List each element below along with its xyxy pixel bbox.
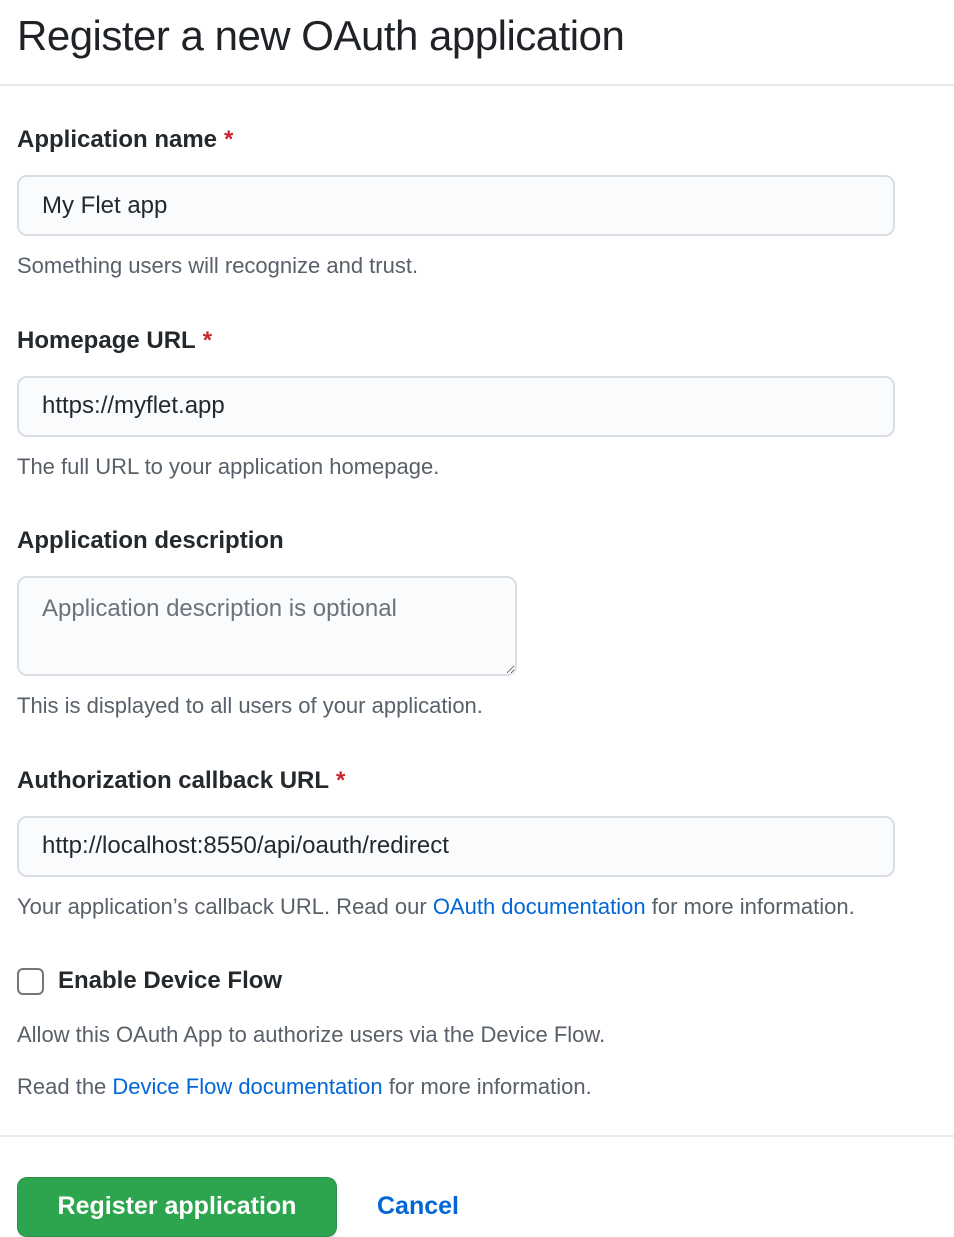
device-flow-label[interactable]: Enable Device Flow xyxy=(58,967,282,995)
device-flow-help: Allow this OAuth App to authorize users … xyxy=(17,1021,954,1050)
callback-url-label-text: Authorization callback URL xyxy=(17,767,329,794)
homepage-url-help: The full URL to your application homepag… xyxy=(17,453,954,482)
callback-url-input[interactable] xyxy=(17,816,895,877)
device-flow-row: Enable Device Flow xyxy=(17,967,954,995)
device-flow-group: Enable Device Flow Allow this OAuth App … xyxy=(17,967,954,1101)
required-asterisk: * xyxy=(203,327,212,354)
cancel-link[interactable]: Cancel xyxy=(377,1192,459,1221)
oauth-register-page: Register a new OAuth application Applica… xyxy=(0,0,954,1237)
description-label-text: Application description xyxy=(17,527,284,554)
callback-url-group: Authorization callback URL * Your applica… xyxy=(17,767,954,922)
description-label: Application description xyxy=(17,527,954,555)
actions-divider xyxy=(0,1135,954,1137)
app-name-input[interactable] xyxy=(17,175,895,236)
homepage-url-label: Homepage URL * xyxy=(17,327,954,355)
description-textarea[interactable] xyxy=(17,576,517,676)
description-group: Application description This is displaye… xyxy=(17,527,954,721)
homepage-url-group: Homepage URL * The full URL to your appli… xyxy=(17,327,954,482)
description-help: This is displayed to all users of your a… xyxy=(17,692,954,721)
oauth-documentation-link[interactable]: OAuth documentation xyxy=(433,894,646,919)
device-flow-checkbox[interactable] xyxy=(17,968,44,995)
required-asterisk: * xyxy=(224,126,233,153)
device-flow-documentation-link[interactable]: Device Flow documentation xyxy=(112,1074,382,1099)
title-divider xyxy=(0,84,954,86)
app-name-help: Something users will recognize and trust… xyxy=(17,252,954,281)
oauth-app-form: Application name * Something users will r… xyxy=(17,126,954,1237)
required-asterisk: * xyxy=(336,767,345,794)
homepage-url-input[interactable] xyxy=(17,376,895,437)
app-name-group: Application name * Something users will r… xyxy=(17,126,954,281)
device-flow-note-prefix: Read the xyxy=(17,1074,112,1099)
callback-url-label: Authorization callback URL * xyxy=(17,767,954,795)
device-flow-note: Read the Device Flow documentation for m… xyxy=(17,1073,954,1102)
form-actions: Register application Cancel xyxy=(17,1177,954,1237)
page-title: Register a new OAuth application xyxy=(17,0,954,60)
callback-help-suffix: for more information. xyxy=(646,894,855,919)
callback-help-prefix: Your application’s callback URL. Read ou… xyxy=(17,894,433,919)
homepage-url-label-text: Homepage URL xyxy=(17,327,196,354)
app-name-label-text: Application name xyxy=(17,126,217,153)
device-flow-note-suffix: for more information. xyxy=(383,1074,592,1099)
callback-url-help: Your application’s callback URL. Read ou… xyxy=(17,893,954,922)
app-name-label: Application name * xyxy=(17,126,954,154)
register-application-button[interactable]: Register application xyxy=(17,1177,337,1237)
